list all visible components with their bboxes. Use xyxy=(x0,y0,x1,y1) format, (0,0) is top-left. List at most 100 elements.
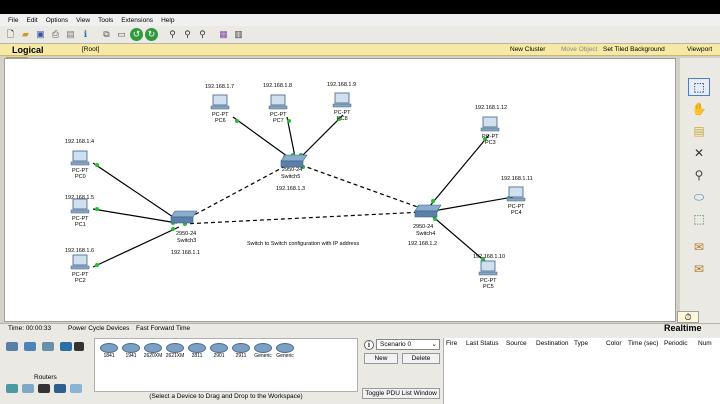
menu-bar: File Edit Options View Tools Extensions … xyxy=(0,14,720,26)
link-switch5-switch4 xyxy=(300,164,424,210)
status-bar: Time: 00:00:33 Power Cycle Devices Fast … xyxy=(0,311,720,334)
breadcrumb-root[interactable]: [Root] xyxy=(82,46,99,53)
device-model-item[interactable]: 1941 xyxy=(121,343,141,359)
custom-device-icon[interactable]: ▥ xyxy=(232,28,245,41)
toolbar: 🗋 ▰ ▣ ⎙ ▤ ℹ ⧉ ▭ ↺ ↻ ⚲ ⚲ ⚲ ▦ ▥ xyxy=(0,26,720,44)
pc-pc3[interactable]: 192.168.1.12PC-PTPC3 xyxy=(475,105,507,146)
switch4[interactable]: 2950-24 Switch4 192.168.1.2 xyxy=(408,204,442,247)
draw-shape-icon[interactable]: ⬭ xyxy=(688,188,710,206)
save-icon[interactable]: ▣ xyxy=(34,28,47,41)
pc-ip-label: 192.168.1.4 xyxy=(65,139,94,145)
paste-icon[interactable]: ▭ xyxy=(115,28,128,41)
viewport-button[interactable]: Viewport xyxy=(687,46,712,53)
open-icon[interactable]: ▰ xyxy=(19,28,32,41)
router-icon xyxy=(210,343,228,353)
switch5-ip: 192.168.1.3 xyxy=(276,186,305,192)
note-icon[interactable]: ▤ xyxy=(688,122,710,140)
device-model-label: 2811 xyxy=(191,353,203,359)
device-model-item[interactable]: 2620XM xyxy=(143,343,163,359)
pc-pc6[interactable]: 192.168.1.7PC-PTPC6 xyxy=(205,84,234,124)
switch5[interactable]: 2950-24 Switch5 192.168.1.3 xyxy=(276,154,308,192)
pc-pc8[interactable]: 192.168.1.9PC-PTPC8 xyxy=(327,82,356,122)
new-scenario-button[interactable]: New xyxy=(364,353,398,364)
palette-icon[interactable]: ▦ xyxy=(217,28,230,41)
device-model-item[interactable]: 2811 xyxy=(187,343,207,359)
category-wan-emulation-icon[interactable] xyxy=(38,384,50,393)
new-file-icon[interactable]: 🗋 xyxy=(4,28,17,41)
device-model-item[interactable]: 2621XM xyxy=(165,343,185,359)
menu-options[interactable]: Options xyxy=(42,17,72,24)
pc-monitor-icon xyxy=(482,116,498,128)
switch5-model: 2950-24 xyxy=(282,167,302,173)
wizard-icon[interactable]: ▤ xyxy=(64,28,77,41)
category-custom-devices-icon[interactable] xyxy=(54,384,66,393)
zoom-out-icon[interactable]: ⚲ xyxy=(196,28,209,41)
realtime-clock-icon[interactable]: ⏱ xyxy=(677,311,699,323)
inspect-icon[interactable]: ⚲ xyxy=(688,166,710,184)
switch3[interactable]: 2950-24 Switch3 192.168.1.1 xyxy=(170,210,200,256)
delete-scenario-button[interactable]: Delete xyxy=(402,353,440,364)
scenario-select[interactable]: Scenario 0 ⌄ xyxy=(376,339,440,350)
device-model-item[interactable]: Generic xyxy=(275,343,295,359)
pc-name-label: PC4 xyxy=(511,210,522,216)
menu-view[interactable]: View xyxy=(72,17,94,24)
zoom-in-icon[interactable]: ⚲ xyxy=(166,28,179,41)
menu-help[interactable]: Help xyxy=(157,17,178,24)
menu-file[interactable]: File xyxy=(4,17,22,24)
pc-pc2[interactable]: 192.168.1.6PC-PTPC2 xyxy=(65,248,94,284)
device-model-item[interactable]: 1841 xyxy=(99,343,119,359)
delete-icon[interactable]: ✕ xyxy=(688,144,710,162)
realtime-mode-tab[interactable]: Realtime xyxy=(664,323,702,333)
pc-pc1[interactable]: 192.168.1.5PC-PTPC1 xyxy=(65,195,94,228)
pdu-table-header: Fire Last Status Source Destination Type Colo… xyxy=(444,340,720,350)
pc-name-label: PC5 xyxy=(483,284,494,290)
router-icon xyxy=(166,343,184,353)
logical-tab[interactable]: Logical xyxy=(12,45,44,55)
fast-forward-button[interactable]: Fast Forward Time xyxy=(136,325,190,332)
device-model-label: 2620XM xyxy=(143,353,163,359)
move-layout-icon[interactable]: ✋ xyxy=(688,100,710,118)
info-icon[interactable]: i xyxy=(364,340,374,350)
toggle-pdu-list-button[interactable]: Toggle PDU List Window xyxy=(362,388,440,399)
menu-tools[interactable]: Tools xyxy=(94,17,117,24)
pc-pc4[interactable]: 192.168.1.11PC-PTPC4 xyxy=(501,176,533,216)
menu-edit[interactable]: Edit xyxy=(22,17,41,24)
category-hubs-icon[interactable] xyxy=(42,342,54,351)
pc-pc5[interactable]: 192.168.1.10PC-PTPC5 xyxy=(473,254,505,290)
device-model-item[interactable]: 2911 xyxy=(231,343,251,359)
menu-extensions[interactable]: Extensions xyxy=(117,17,157,24)
category-end-devices-icon[interactable] xyxy=(6,384,18,393)
resize-shape-icon[interactable]: ⬚ xyxy=(688,210,710,228)
move-object-button[interactable]: Move Object xyxy=(561,46,598,53)
add-simple-pdu-icon[interactable]: ✉ xyxy=(688,238,710,256)
pc-pc0[interactable]: 192.168.1.4PC-PTPC0 xyxy=(65,139,94,180)
redo-icon[interactable]: ↻ xyxy=(145,28,158,41)
zoom-reset-icon[interactable]: ⚲ xyxy=(181,28,194,41)
category-routers-icon[interactable] xyxy=(6,342,18,351)
device-model-item[interactable]: 2901 xyxy=(209,343,229,359)
pc-ip-label: 192.168.1.5 xyxy=(65,195,94,201)
pc-ip-label: 192.168.1.7 xyxy=(205,84,234,90)
power-cycle-button[interactable]: Power Cycle Devices xyxy=(68,325,129,332)
chevron-down-icon: ⌄ xyxy=(431,341,437,348)
device-model-label: 2901 xyxy=(213,353,225,359)
logical-workspace[interactable]: 2950-24 Switch3 192.168.1.1 2950-24 Swit… xyxy=(4,58,676,322)
right-tool-palette: ⬚ ✋ ▤ ✕ ⚲ ⬭ ⬚ ✉ ✉ xyxy=(680,58,720,328)
category-connections-icon[interactable] xyxy=(74,342,84,351)
switch4-name: Switch4 xyxy=(416,231,435,237)
print-icon[interactable]: ⎙ xyxy=(49,28,62,41)
category-wireless-icon[interactable] xyxy=(60,342,72,351)
undo-icon[interactable]: ↺ xyxy=(130,28,143,41)
select-tool-icon[interactable]: ⬚ xyxy=(688,78,710,96)
add-complex-pdu-icon[interactable]: ✉ xyxy=(688,260,710,278)
category-security-icon[interactable] xyxy=(22,384,34,393)
category-switches-icon[interactable] xyxy=(24,342,36,351)
network-info-icon[interactable]: ℹ xyxy=(79,28,92,41)
device-model-label: Generic xyxy=(254,353,272,359)
new-cluster-button[interactable]: New Cluster xyxy=(510,46,545,53)
set-tiled-background-button[interactable]: Set Tiled Background xyxy=(603,46,665,53)
device-model-item[interactable]: Generic xyxy=(253,343,273,359)
copy-icon[interactable]: ⧉ xyxy=(100,28,113,41)
selected-category-label: Routers xyxy=(34,374,57,381)
category-multiuser-icon[interactable] xyxy=(70,384,82,393)
